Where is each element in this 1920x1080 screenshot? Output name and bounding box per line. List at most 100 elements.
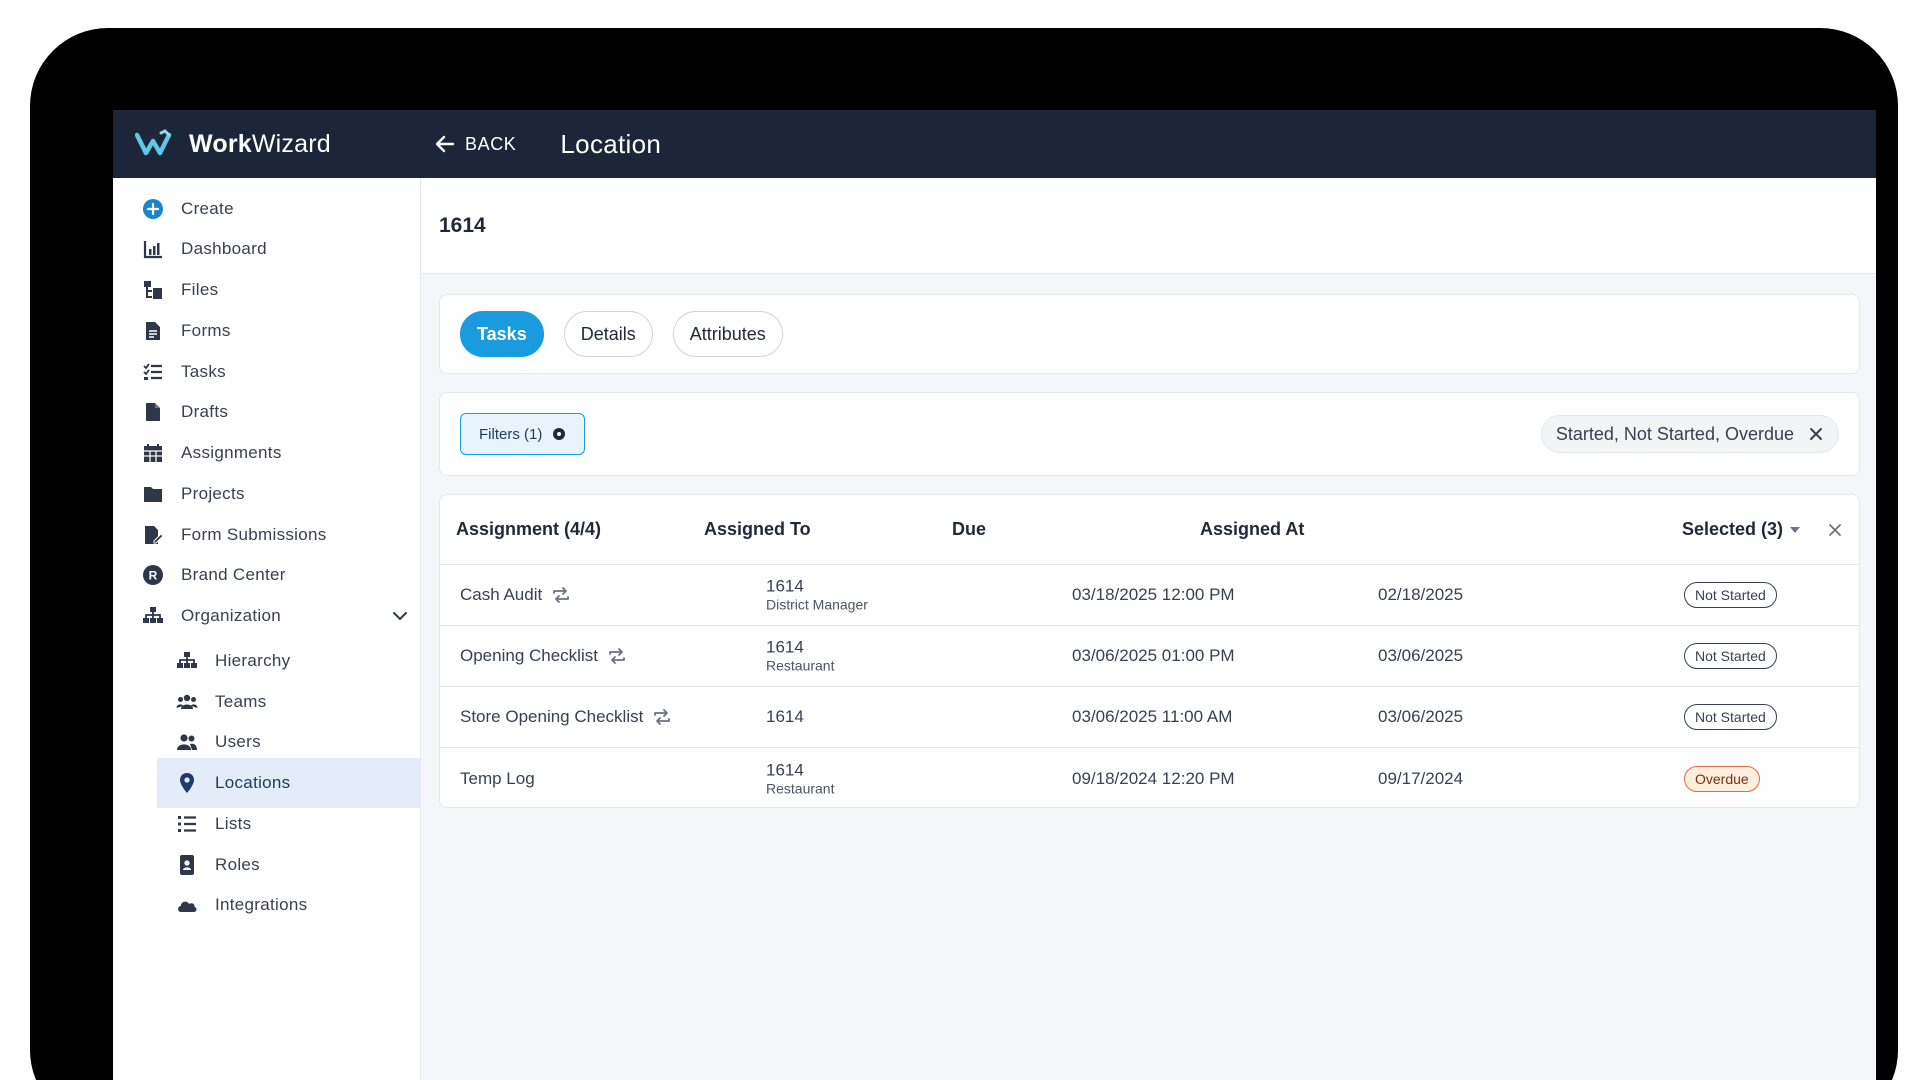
badge-icon	[175, 853, 199, 877]
list-icon	[175, 812, 199, 836]
assigned-to-role: Restaurant	[766, 780, 835, 797]
svg-text:R: R	[149, 569, 158, 583]
sidebar-item-label: Users	[215, 732, 261, 751]
sidebar-item-label: Drafts	[181, 402, 229, 421]
sitemap-icon	[141, 604, 165, 628]
sidebar-item-label: Hierarchy	[215, 651, 291, 670]
assigned-at-date: 09/17/2024	[1378, 768, 1464, 788]
close-icon[interactable]	[1808, 426, 1824, 442]
table-row[interactable]: Cash Audit 1614 District Manager 03/18/20…	[440, 565, 1859, 626]
workwizard-logo-icon	[135, 129, 172, 156]
folder-icon	[141, 482, 165, 506]
location-pin-icon	[175, 771, 199, 795]
selected-status-dropdown[interactable]: Selected (3)	[1682, 519, 1801, 540]
assigned-to-id: 1614	[766, 576, 804, 596]
assignment-name-text: Opening Checklist	[460, 646, 598, 665]
status-filter-chip[interactable]: Started, Not Started, Overdue	[1540, 415, 1839, 453]
assigned-to-id: 1614	[766, 637, 804, 657]
sidebar-item-label: Brand Center	[181, 565, 286, 584]
repeat-icon	[553, 587, 570, 603]
repeat-icon	[609, 648, 625, 664]
sidebar-item-label: Dashboard	[181, 239, 267, 258]
assigned-to-id: 1614	[766, 706, 804, 726]
sidebar-item-label: Roles	[215, 855, 260, 874]
sidebar-item-label: Files	[181, 280, 219, 299]
due-date: 09/18/2024 12:20 PM	[1072, 768, 1235, 788]
file-edit-icon	[141, 523, 165, 547]
brand[interactable]: WorkWizard	[113, 129, 421, 159]
filter-dot-icon	[553, 428, 566, 440]
sidebar-item-label: Teams	[215, 692, 267, 711]
chevron-down-icon[interactable]	[391, 607, 409, 625]
assigned-to-id: 1614	[766, 759, 804, 779]
app-screen: WorkWizard BACK Location Create Dashboar…	[113, 110, 1876, 1080]
arrow-left-icon	[435, 135, 455, 153]
document-icon	[141, 319, 165, 343]
sidebar-item-label: Form Submissions	[181, 525, 327, 544]
sidebar-item-integrations[interactable]: Integrations	[113, 880, 421, 930]
assignment-name-text: Cash Audit	[460, 585, 543, 604]
column-header-assigned-at[interactable]: Assigned At	[1200, 519, 1304, 540]
users-group-icon	[175, 690, 199, 714]
table-row[interactable]: Store Opening Checklist 1614 03/06/2025 …	[440, 687, 1859, 748]
sidebar-item-label: Create	[181, 199, 234, 218]
table-row[interactable]: Temp Log 1614 Restaurant 09/18/2024 12:20…	[440, 748, 1859, 807]
cloud-icon	[175, 893, 199, 917]
assignment-name[interactable]: Temp Log	[460, 769, 535, 789]
sidebar-item-label: Forms	[181, 321, 231, 340]
sidebar-item-organization[interactable]: Organization	[113, 591, 421, 641]
bar-chart-icon	[141, 237, 165, 261]
users-icon	[175, 730, 199, 754]
filter-bar: Filters (1) Started, Not Started, Overdu…	[439, 392, 1860, 476]
assigned-at-date: 03/06/2025	[1378, 646, 1464, 665]
status-badge: Overdue	[1684, 765, 1760, 792]
assignments-table: Assignment (4/4) Assigned To Due Assigne…	[439, 494, 1860, 808]
assigned-to: 1614	[766, 707, 804, 727]
status-badge: Not Started	[1684, 643, 1777, 669]
tab-attributes[interactable]: Attributes	[672, 311, 783, 357]
status-badge: Not Started	[1684, 704, 1777, 730]
status-badge: Not Started	[1684, 582, 1777, 608]
device-frame: WorkWizard BACK Location Create Dashboar…	[30, 28, 1898, 1080]
column-header-assigned-to[interactable]: Assigned To	[704, 519, 811, 540]
assignment-name-text: Store Opening Checklist	[460, 707, 644, 726]
tab-tasks[interactable]: Tasks	[460, 311, 544, 357]
assignment-name[interactable]: Store Opening Checklist	[460, 706, 673, 728]
record-title: 1614	[439, 213, 486, 237]
back-label: BACK	[465, 133, 517, 154]
column-header-due[interactable]: Due	[952, 519, 986, 540]
assigned-to: 1614 District Manager	[766, 576, 868, 613]
assigned-to: 1614 Restaurant	[766, 760, 834, 797]
column-header-assignment[interactable]: Assignment (4/4)	[456, 519, 601, 540]
tabs-card: Tasks Details Attributes	[439, 294, 1860, 374]
checklist-icon	[141, 360, 165, 384]
folder-tree-icon	[141, 278, 165, 302]
tab-details[interactable]: Details	[563, 311, 653, 357]
page-title: Location	[560, 128, 662, 159]
registered-icon: R	[141, 563, 165, 587]
sidebar-item-label: Locations	[215, 773, 291, 792]
close-icon[interactable]	[1828, 523, 1842, 537]
assignment-name[interactable]: Opening Checklist	[460, 645, 628, 667]
sidebar: Create Dashboard Files Forms Tasks Draft…	[113, 178, 421, 1080]
sitemap-icon	[175, 649, 199, 673]
table-row[interactable]: Opening Checklist 1614 Restaurant 03/06/2…	[440, 626, 1859, 687]
assigned-to: 1614 Restaurant	[766, 637, 834, 674]
draft-icon	[141, 400, 165, 424]
filters-button[interactable]: Filters (1)	[460, 413, 586, 455]
sidebar-item-label: Projects	[181, 484, 245, 503]
assignment-name[interactable]: Cash Audit	[460, 584, 572, 606]
top-bar: WorkWizard BACK Location	[113, 110, 1876, 178]
sidebar-item-label: Tasks	[181, 362, 226, 381]
caret-down-icon	[1790, 526, 1801, 533]
sidebar-item-label: Integrations	[215, 895, 308, 914]
column-header-selected: Selected (3)	[1682, 519, 1784, 539]
filters-button-label: Filters (1)	[479, 425, 543, 443]
sidebar-item-label: Lists	[215, 814, 252, 833]
back-button[interactable]: BACK	[433, 132, 516, 156]
assigned-at-date: 02/18/2025	[1378, 585, 1464, 604]
plus-circle-icon	[141, 197, 165, 221]
main-content: 1614 Tasks Details Attributes Filters (1…	[421, 178, 1876, 1080]
due-date: 03/18/2025 12:00 PM	[1072, 585, 1235, 604]
assigned-to-role: District Manager	[766, 596, 868, 613]
